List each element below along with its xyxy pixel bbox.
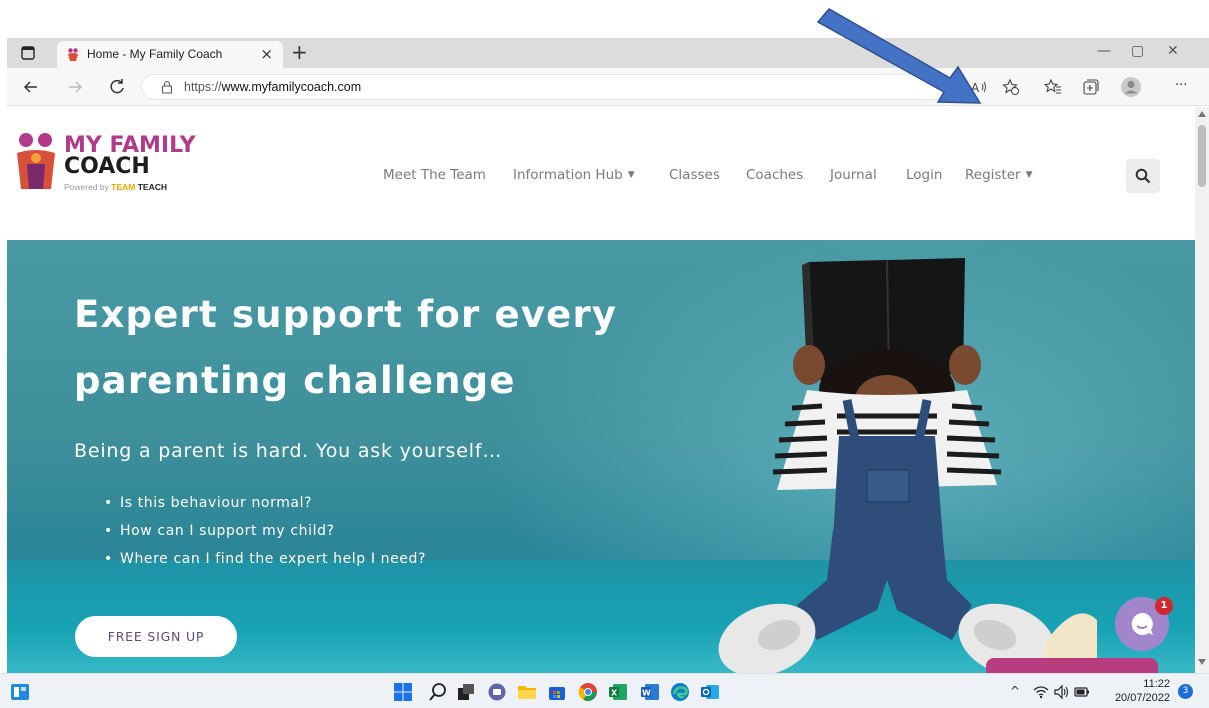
site-logo[interactable]: MY FAMILY COACH Powered by TEAM TEACH	[15, 131, 215, 201]
back-icon[interactable]	[21, 77, 41, 97]
tab-bar: Home - My Family Coach × + — ▢ ✕	[7, 38, 1209, 68]
start-menu-icon[interactable]	[393, 682, 413, 702]
logo-brand-teach: TEACH	[137, 182, 167, 192]
page-scrollbar[interactable]	[1195, 107, 1209, 673]
battery-icon[interactable]	[1074, 684, 1090, 700]
hero-title: Expert support for every parenting chall…	[74, 282, 674, 414]
scroll-thumb[interactable]	[1198, 125, 1206, 187]
nav-meet-the-team[interactable]: Meet The Team	[383, 167, 486, 183]
edge-icon[interactable]	[670, 682, 690, 702]
hero-question-list: Is this behaviour normal? How can I supp…	[104, 495, 426, 579]
taskbar: X W ^ 11:22 20/07/2022 3	[0, 673, 1209, 708]
scroll-down-icon[interactable]	[1198, 659, 1206, 665]
hero-title-line1: Expert support for every	[74, 293, 618, 336]
logo-brand-team: TEAM	[111, 182, 136, 192]
url-text: https://www.myfamilycoach.com	[184, 80, 361, 94]
tab-home[interactable]: Home - My Family Coach ×	[57, 41, 283, 68]
list-item: Is this behaviour normal?	[104, 495, 426, 523]
chevron-down-icon: ▼	[627, 170, 635, 180]
nav-register-label: Register	[965, 167, 1021, 183]
nav-register[interactable]: Register ▼	[965, 167, 1033, 183]
screen: Home - My Family Coach × + — ▢ ✕ https:/…	[0, 0, 1209, 708]
profile-avatar-icon[interactable]	[1120, 76, 1142, 98]
outlook-icon[interactable]	[700, 682, 720, 702]
wifi-icon[interactable]	[1033, 684, 1049, 700]
scroll-up-icon[interactable]	[1198, 111, 1206, 117]
clock-date: 20/07/2022	[1114, 692, 1170, 704]
chrome-icon[interactable]	[578, 682, 598, 702]
child-reading-image	[718, 258, 1097, 673]
search-icon	[1135, 168, 1151, 184]
nav-journal[interactable]: Journal	[830, 167, 877, 183]
more-menu-button[interactable]: ···	[1175, 78, 1187, 93]
tab-actions-icon[interactable]	[19, 44, 37, 62]
excel-icon[interactable]: X	[608, 682, 628, 702]
read-aloud-icon[interactable]: A	[970, 78, 988, 96]
nav-coaches[interactable]: Coaches	[746, 167, 803, 183]
teams-chat-icon[interactable]	[487, 682, 507, 702]
taskbar-search-icon[interactable]	[428, 682, 448, 702]
svg-text:A: A	[971, 81, 980, 95]
hero-subtitle: Being a parent is hard. You ask yourself…	[74, 440, 503, 462]
address-bar[interactable]: https://www.myfamilycoach.com	[141, 74, 961, 100]
notification-badge[interactable]: 3	[1178, 684, 1193, 699]
logo-line2: COACH	[64, 154, 150, 179]
top-margin	[0, 0, 1209, 38]
hero-banner: Expert support for every parenting chall…	[7, 240, 1195, 673]
chat-unread-badge: 1	[1155, 597, 1173, 615]
tab-title: Home - My Family Coach	[87, 47, 223, 61]
word-icon[interactable]: W	[640, 682, 660, 702]
task-view-icon[interactable]	[456, 682, 476, 702]
free-sign-up-button[interactable]: FREE SIGN UP	[75, 616, 237, 657]
svg-text:W: W	[642, 689, 651, 698]
logo-tagline: Powered by TEAM TEACH	[64, 182, 167, 192]
clock-time: 11:22	[1143, 678, 1170, 690]
maximize-button[interactable]: ▢	[1131, 43, 1144, 59]
site-header: MY FAMILY COACH Powered by TEAM TEACH Me…	[7, 107, 1195, 240]
widgets-icon[interactable]	[10, 682, 30, 702]
hero-title-line2: parenting challenge	[74, 359, 516, 402]
lock-icon[interactable]	[160, 80, 174, 94]
site-favicon-icon	[68, 48, 78, 61]
minimize-button[interactable]: —	[1097, 43, 1111, 59]
list-item: How can I support my child?	[104, 523, 426, 551]
list-item: Where can I find the expert help I need?	[104, 551, 426, 579]
chevron-down-icon: ▼	[1025, 170, 1033, 180]
close-window-button[interactable]: ✕	[1167, 43, 1179, 59]
nav-classes[interactable]: Classes	[669, 167, 720, 183]
refresh-icon[interactable]	[107, 77, 127, 97]
svg-text:X: X	[611, 689, 618, 698]
favorites-icon[interactable]	[1044, 78, 1062, 96]
logo-figures-icon	[17, 133, 55, 189]
feedback-tab[interactable]	[986, 658, 1158, 673]
logo-powered-by: Powered by	[64, 182, 112, 192]
system-clock[interactable]: 11:22 20/07/2022	[1106, 677, 1170, 705]
volume-icon[interactable]	[1053, 684, 1069, 700]
search-button[interactable]	[1126, 159, 1160, 193]
nav-login[interactable]: Login	[906, 167, 942, 183]
collections-icon[interactable]	[1082, 78, 1100, 96]
forward-icon[interactable]	[65, 77, 85, 97]
store-icon[interactable]	[547, 682, 567, 702]
file-explorer-icon[interactable]	[517, 682, 537, 702]
nav-information-hub-label: Information Hub	[513, 167, 623, 183]
toolbar: https://www.myfamilycoach.com A ···	[7, 68, 1209, 106]
add-favorite-icon[interactable]	[1002, 78, 1020, 96]
nav-information-hub[interactable]: Information Hub ▼	[513, 167, 635, 183]
chat-icon	[1131, 613, 1153, 635]
tab-close-icon[interactable]: ×	[260, 45, 273, 63]
new-tab-button[interactable]: +	[291, 40, 308, 64]
url-host: www.myfamilycoach.com	[221, 80, 362, 94]
show-hidden-icons-button[interactable]: ^	[1010, 684, 1020, 698]
url-scheme: https://	[184, 80, 222, 94]
